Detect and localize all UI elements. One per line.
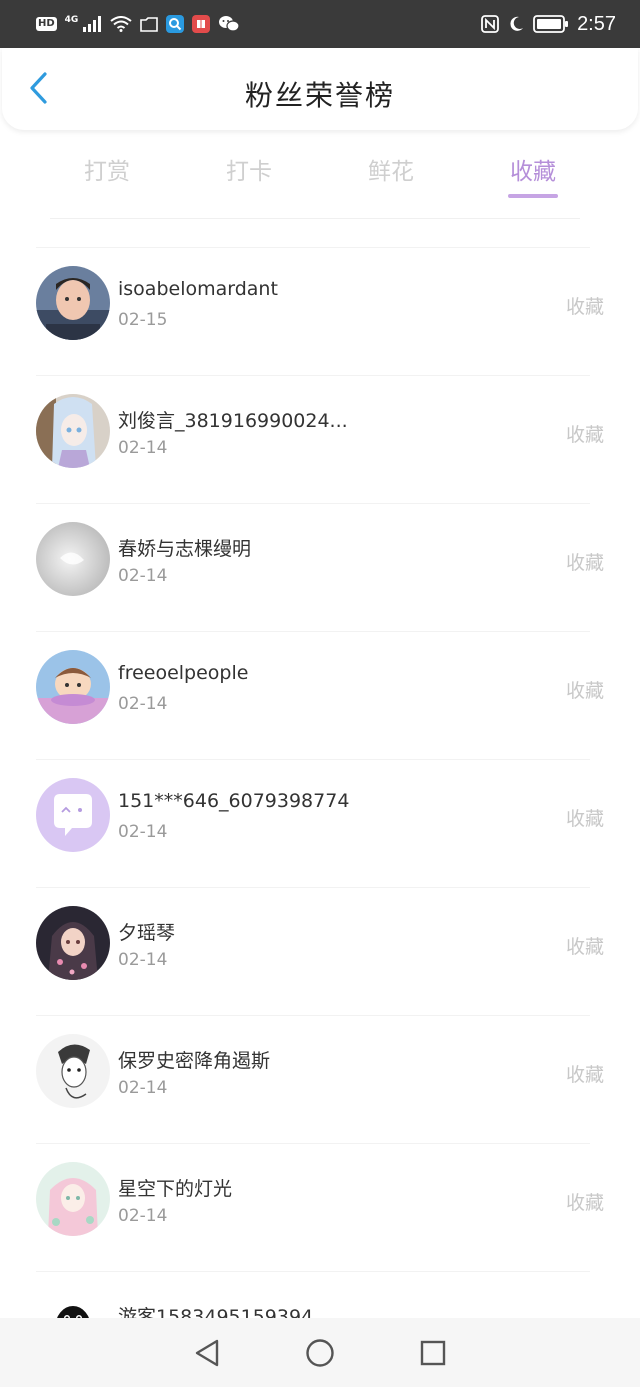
fan-date: 02-14 <box>118 566 168 586</box>
list-item[interactable]: 刘俊言_381916990024... 02-14 收藏 <box>36 375 604 503</box>
fan-date: 02-14 <box>118 950 168 970</box>
nav-home-button[interactable] <box>300 1333 340 1373</box>
nav-recents-button[interactable] <box>413 1333 453 1373</box>
fan-name: freeoelpeople <box>118 662 249 684</box>
active-tab-indicator <box>508 194 558 198</box>
avatar <box>36 1162 110 1236</box>
fan-action-label: 收藏 <box>565 680 604 702</box>
circle-home-icon <box>306 1338 334 1367</box>
list-item[interactable]: isoabelomardant 02-15 收藏 <box>36 247 604 375</box>
fan-name: 夕瑶琴 <box>118 922 176 944</box>
tab-bar: 打赏 打卡 鲜花 收藏 <box>0 140 640 210</box>
tab-tip[interactable]: 打赏 <box>52 140 162 210</box>
fan-date: 02-15 <box>118 310 168 330</box>
book-app-icon <box>192 15 211 33</box>
hd-badge: HD <box>36 17 57 31</box>
search-app-icon <box>166 15 185 33</box>
page-title: 粉丝荣誉榜 <box>244 79 395 112</box>
fan-name: 刘俊言_381916990024... <box>118 410 348 432</box>
nav-back-button[interactable] <box>187 1333 227 1373</box>
avatar <box>36 778 110 852</box>
list-item[interactable]: 星空下的灯光 02-14 收藏 <box>36 1143 604 1271</box>
tab-label: 鲜花 <box>368 159 414 185</box>
status-left: HD 4G <box>36 15 240 33</box>
fan-date: 02-14 <box>118 694 168 714</box>
status-bar: HD 4G 2:57 <box>0 0 640 48</box>
fan-action-label: 收藏 <box>565 1192 604 1214</box>
tab-label: 收藏 <box>510 159 556 185</box>
fan-action-label: 收藏 <box>565 1064 604 1086</box>
fan-name: 保罗史密降角遏斯 <box>118 1050 271 1072</box>
moon-icon <box>507 15 525 33</box>
app-header: 粉丝荣誉榜 <box>2 48 638 130</box>
list-item[interactable]: freeoelpeople 02-14 收藏 <box>36 631 604 759</box>
fan-action-label: 收藏 <box>565 296 604 318</box>
avatar <box>36 522 110 596</box>
fan-name: isoabelomardant <box>118 278 278 300</box>
fan-action-label: 收藏 <box>565 808 604 830</box>
fan-date: 02-14 <box>118 438 168 458</box>
avatar <box>36 1034 110 1108</box>
system-nav-bar <box>0 1318 640 1387</box>
avatar <box>36 394 110 468</box>
list-item[interactable]: 151***646_6079398774 02-14 收藏 <box>36 759 604 887</box>
tab-label: 打卡 <box>226 159 272 185</box>
fan-action-label: 收藏 <box>565 552 604 574</box>
network-type: 4G <box>64 15 79 25</box>
wifi-icon <box>110 16 132 32</box>
tab-label: 打赏 <box>84 159 130 185</box>
fan-name: 星空下的灯光 <box>118 1178 233 1200</box>
triangle-back-icon <box>195 1339 218 1366</box>
avatar <box>36 266 110 340</box>
fan-date: 02-14 <box>118 1078 168 1098</box>
list-item[interactable]: 夕瑶琴 02-14 收藏 <box>36 887 604 1015</box>
divider <box>50 218 580 219</box>
status-right: 2:57 <box>481 13 616 36</box>
battery-icon <box>533 15 569 33</box>
fan-name: 151***646_6079398774 <box>118 790 350 812</box>
avatar <box>36 906 110 980</box>
wechat-icon <box>218 15 240 33</box>
fan-action-label: 收藏 <box>565 424 604 446</box>
square-recents-icon <box>421 1340 446 1365</box>
folder-icon <box>140 16 159 32</box>
tab-flowers[interactable]: 鲜花 <box>336 140 446 210</box>
tab-checkin[interactable]: 打卡 <box>194 140 304 210</box>
avatar <box>36 650 110 724</box>
fan-list: isoabelomardant 02-15 收藏 刘俊言_38191699002… <box>0 247 640 1387</box>
tab-favorites[interactable]: 收藏 <box>478 140 588 210</box>
fan-date: 02-14 <box>118 822 168 842</box>
clock: 2:57 <box>577 12 616 35</box>
list-item[interactable]: 春娇与志棵缦明 02-14 收藏 <box>36 503 604 631</box>
signal-icon <box>82 16 102 32</box>
fan-action-label: 收藏 <box>565 936 604 958</box>
list-item[interactable]: 保罗史密降角遏斯 02-14 收藏 <box>36 1015 604 1143</box>
nfc-icon <box>481 15 499 33</box>
fan-name: 春娇与志棵缦明 <box>118 538 252 560</box>
fan-date: 02-14 <box>118 1206 168 1226</box>
app-screen: HD 4G 2:57 粉丝荣誉榜 打赏 打卡 鲜花 收藏 isoabelomar… <box>0 0 640 1387</box>
